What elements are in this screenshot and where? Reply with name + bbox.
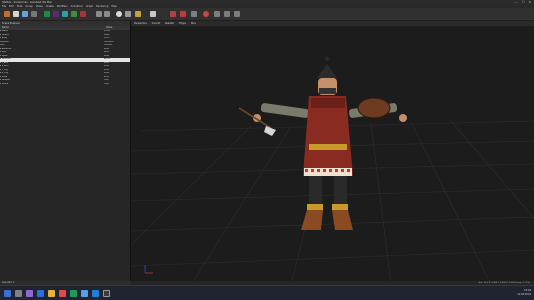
taskbar: 15:42 12.03.2022 xyxy=(0,285,534,300)
shield xyxy=(357,97,391,119)
browser-icon[interactable] xyxy=(37,290,44,297)
material-icon[interactable] xyxy=(53,11,59,17)
play-icon[interactable] xyxy=(191,11,197,17)
unlink-icon[interactable] xyxy=(224,11,230,17)
redo-icon[interactable] xyxy=(104,11,110,17)
viewport[interactable]: Perspective Smooth Realistic Edges Wire xyxy=(131,21,534,285)
scale-icon[interactable] xyxy=(31,11,37,17)
tab-perspective[interactable]: Perspective xyxy=(134,22,147,25)
helmet xyxy=(317,64,337,78)
system-tray: 15:42 12.03.2022 xyxy=(517,289,531,297)
tab-smooth[interactable]: Smooth xyxy=(152,22,160,25)
undo-icon[interactable] xyxy=(96,11,102,17)
select-icon[interactable] xyxy=(4,11,10,17)
box-icon[interactable] xyxy=(125,11,131,17)
tree-row-name: ▸ Shield xyxy=(0,82,9,85)
viewport-canvas[interactable] xyxy=(131,26,534,285)
rotate-icon[interactable] xyxy=(22,11,28,17)
max-app-icon[interactable] xyxy=(103,290,110,297)
mail-icon[interactable] xyxy=(59,290,66,297)
bulb-icon[interactable] xyxy=(135,11,141,17)
soldier-model[interactable] xyxy=(238,57,407,230)
right-boot xyxy=(332,210,353,230)
sphere-icon[interactable] xyxy=(116,11,122,17)
link-icon[interactable] xyxy=(44,11,50,17)
record-icon[interactable] xyxy=(170,11,176,17)
camera-icon[interactable] xyxy=(80,11,86,17)
bind-icon[interactable] xyxy=(234,11,240,17)
left-boot xyxy=(301,210,323,230)
tree-row[interactable]: ▸ Shield Prop xyxy=(0,83,130,87)
light-icon[interactable] xyxy=(71,11,77,17)
stop-icon[interactable] xyxy=(180,11,186,17)
tab-realistic[interactable]: Realistic xyxy=(165,22,174,25)
task-view-icon[interactable] xyxy=(26,290,33,297)
folder-icon[interactable] xyxy=(48,290,55,297)
link2-icon[interactable] xyxy=(214,11,220,17)
tab-edges[interactable]: Edges xyxy=(179,22,186,25)
search-icon[interactable] xyxy=(15,290,22,297)
main-toolbar xyxy=(0,8,534,21)
clock-date: 12.03.2022 xyxy=(517,293,531,296)
gear-icon[interactable] xyxy=(150,11,156,17)
start-icon[interactable] xyxy=(4,290,11,297)
tab-wire[interactable]: Wire xyxy=(191,22,196,25)
app-icon[interactable] xyxy=(81,290,88,297)
steam-icon[interactable] xyxy=(92,290,99,297)
axis-gizmo xyxy=(144,265,153,274)
render-icon[interactable] xyxy=(62,11,68,17)
scene-tree: ▾ Scene Scene ▾ Soldier Node ▾ Body Mesh Ma… xyxy=(0,30,130,86)
belt xyxy=(309,144,347,150)
tree-row-value: Prop xyxy=(104,82,109,85)
key-icon[interactable] xyxy=(203,11,209,17)
store-icon[interactable] xyxy=(70,290,77,297)
move-icon[interactable] xyxy=(13,11,19,17)
scene-explorer-panel: Scene Explorer Name Value ▾ Scene Scene ▾… xyxy=(0,21,132,285)
